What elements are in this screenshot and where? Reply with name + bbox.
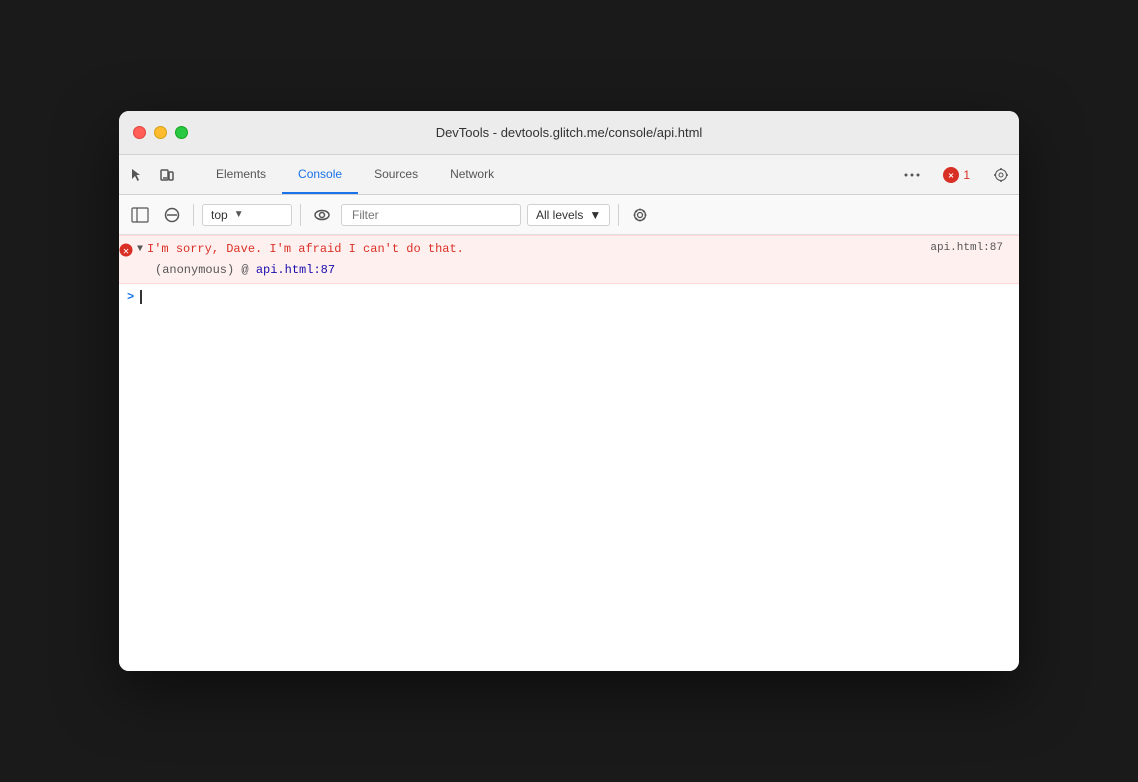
svg-text:✕: ✕ <box>948 173 954 180</box>
svg-text:✕: ✕ <box>123 247 129 257</box>
levels-selector[interactable]: All levels ▼ <box>527 204 610 226</box>
levels-label: All levels <box>536 208 583 222</box>
error-line-1: ✕ ▼ I'm sorry, Dave. I'm afraid I can't … <box>119 242 1011 261</box>
error-stack: (anonymous) @ api.html:87 <box>119 263 1011 277</box>
toolbar-divider-3 <box>618 204 619 226</box>
context-selector[interactable]: top ▼ <box>202 204 292 226</box>
sidebar-toggle-button[interactable] <box>127 202 153 228</box>
tab-network[interactable]: Network <box>434 155 510 194</box>
devtools-window: DevTools - devtools.glitch.me/console/ap… <box>119 111 1019 671</box>
devtools-settings-button[interactable] <box>987 161 1015 189</box>
console-prompt-icon: > <box>127 290 134 304</box>
stack-text: (anonymous) @ <box>155 263 256 277</box>
minimize-button[interactable] <box>154 126 167 139</box>
filter-input[interactable] <box>341 204 521 226</box>
context-value: top <box>211 208 228 222</box>
error-count: 1 <box>963 168 970 182</box>
tab-bar-tools <box>123 155 192 194</box>
console-area: ✕ ▼ I'm sorry, Dave. I'm afraid I can't … <box>119 235 1019 671</box>
tab-elements[interactable]: Elements <box>200 155 282 194</box>
toolbar-divider-1 <box>193 204 194 226</box>
maximize-button[interactable] <box>175 126 188 139</box>
console-toolbar: top ▼ All levels ▼ <box>119 195 1019 235</box>
error-toggle-icon[interactable]: ▼ <box>137 244 143 255</box>
stack-link[interactable]: api.html:87 <box>256 263 335 277</box>
error-circle-icon: ✕ <box>119 243 133 261</box>
tab-console[interactable]: Console <box>282 155 358 194</box>
settings-icon-button[interactable] <box>627 202 653 228</box>
cursor-tool-button[interactable] <box>123 161 151 189</box>
traffic-lights <box>133 126 188 139</box>
toolbar-divider-2 <box>300 204 301 226</box>
more-tabs-button[interactable] <box>898 161 926 189</box>
levels-arrow-icon: ▼ <box>589 208 601 222</box>
tab-sources[interactable]: Sources <box>358 155 434 194</box>
tab-bar-right: ✕ 1 <box>898 155 1015 194</box>
error-badge: ✕ 1 <box>943 167 970 183</box>
error-badge-icon: ✕ <box>943 167 959 183</box>
error-source[interactable]: api.html:87 <box>930 242 1011 254</box>
window-title: DevTools - devtools.glitch.me/console/ap… <box>436 125 703 140</box>
device-toggle-button[interactable] <box>153 161 181 189</box>
context-arrow-icon: ▼ <box>234 209 244 220</box>
eye-icon-button[interactable] <box>309 202 335 228</box>
title-bar: DevTools - devtools.glitch.me/console/ap… <box>119 111 1019 155</box>
error-message: I'm sorry, Dave. I'm afraid I can't do t… <box>147 242 926 256</box>
console-cursor <box>140 290 142 304</box>
console-input-row: > <box>119 284 1019 310</box>
tab-bar: Elements Console Sources Network ✕ <box>119 155 1019 195</box>
close-button[interactable] <box>133 126 146 139</box>
console-error-row: ✕ ▼ I'm sorry, Dave. I'm afraid I can't … <box>119 235 1019 284</box>
clear-console-button[interactable] <box>159 202 185 228</box>
